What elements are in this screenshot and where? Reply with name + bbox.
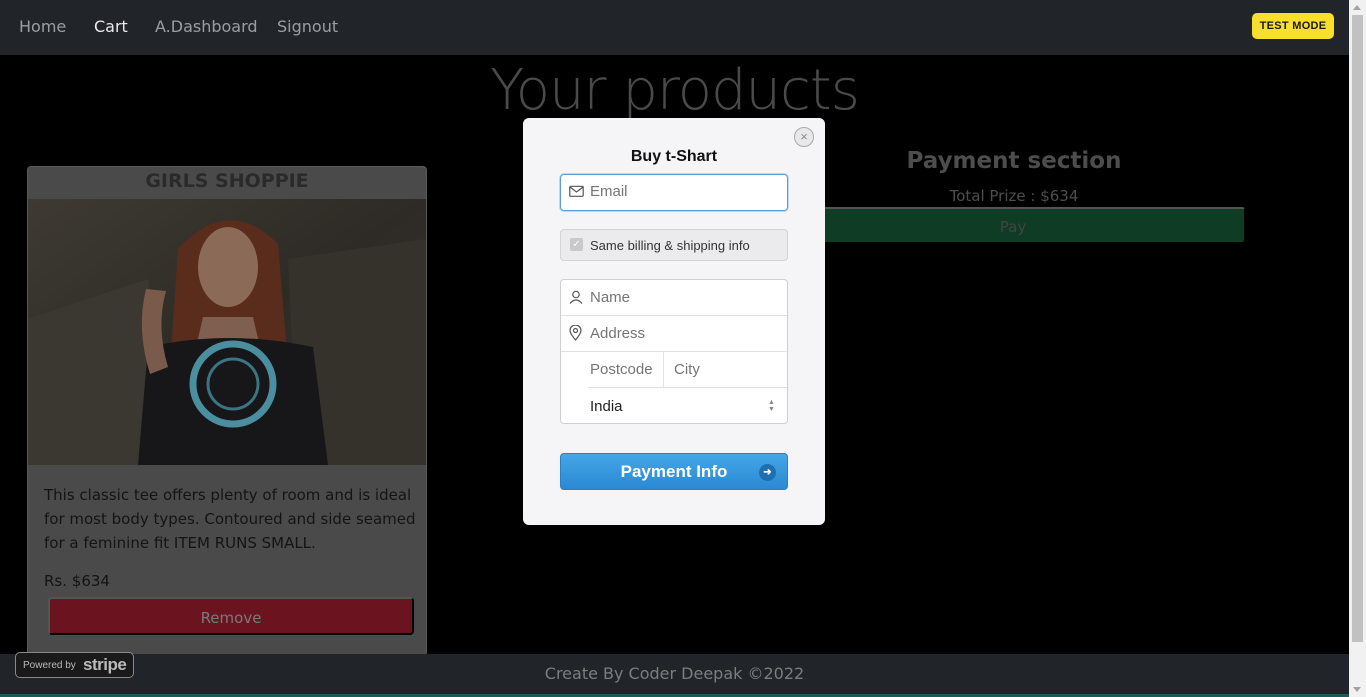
country-value: India [590,398,623,415]
email-input[interactable] [590,183,780,200]
pay-button[interactable]: Pay [780,207,1246,244]
country-select[interactable]: India ▲ ▼ [588,388,787,424]
product-card: GIRLS SHOPPIE This classic tee offers pl… [27,166,427,656]
scroll-down-arrow-icon[interactable] [1353,687,1361,692]
payment-info-label: Payment Info [620,462,728,481]
nav-home[interactable]: Home [19,17,66,36]
footer: Create By Coder Deepak ©2022 [0,654,1349,694]
close-icon[interactable]: × [794,127,814,147]
card-shop-name: GIRLS SHOPPIE [145,170,309,192]
payment-section-title: Payment section [906,148,1122,174]
checkbox-checked-icon[interactable]: ✓ [570,238,583,251]
product-image [28,199,426,465]
powered-by-label: Powered by [23,660,76,671]
location-pin-icon [569,324,582,346]
scrollbar[interactable] [1349,0,1366,697]
payment-info-button[interactable]: Payment Info ➜ [560,453,788,490]
email-field-wrapper [560,174,788,211]
product-price: Rs. $634 [44,572,110,590]
test-mode-badge: TEST MODE [1252,13,1334,39]
scroll-thumb[interactable] [1352,15,1363,642]
total-prize: Total Prize : $634 [949,187,1079,205]
name-row [561,280,787,316]
nav-cart[interactable]: Cart [94,17,128,36]
postcode-cell [588,352,664,388]
powered-by-stripe-badge[interactable]: Powered by stripe [15,652,134,678]
nav-admin-dashboard[interactable]: A.Dashboard [155,17,258,36]
remove-button[interactable]: Remove [48,597,414,635]
address-block: India ▲▼ [560,279,788,424]
select-arrows-icon: ▲ ▼ [768,399,775,413]
address-row [561,316,787,352]
scroll-up-arrow-icon[interactable] [1353,5,1361,10]
postcode-input[interactable] [590,361,660,378]
person-icon [569,290,583,309]
product-description: This classic tee offers plenty of room a… [44,486,416,552]
modal-title: Buy t-Shart [630,148,718,165]
nav-signout[interactable]: Signout [277,17,338,36]
same-billing-checkbox-row[interactable]: ✓ Same billing & shipping info [560,229,788,261]
name-input[interactable] [590,289,770,306]
arrow-right-icon: ➜ [759,464,776,481]
same-billing-label: Same billing & shipping info [590,238,750,253]
stripe-logo: stripe [83,655,127,674]
city-input[interactable] [674,361,774,378]
page-title: Your products [490,58,860,123]
checkout-modal: × Buy t-Shart ✓ Same billing & shipping … [523,118,825,525]
address-input[interactable] [590,325,770,342]
city-cell [664,352,787,388]
envelope-icon [569,185,584,203]
navbar: Home Cart A.Dashboard Signout [0,0,1349,55]
